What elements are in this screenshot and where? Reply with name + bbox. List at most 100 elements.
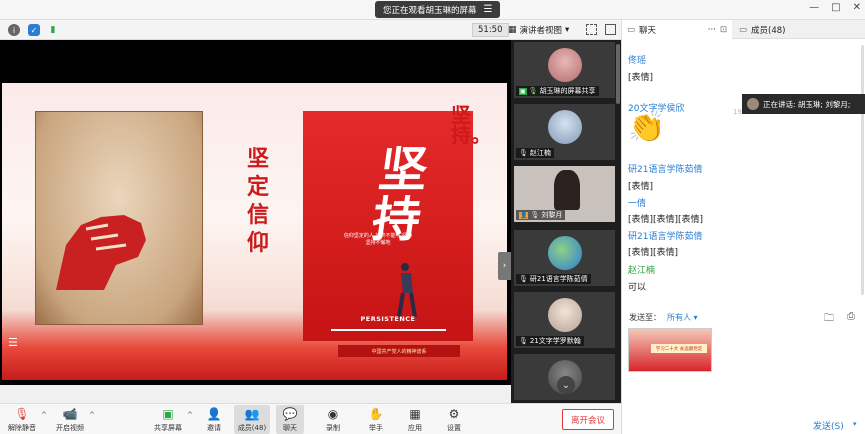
send-to-bar: 发送至： 所有人 ▾ 🗀 ⎙: [622, 311, 865, 325]
speaking-toast: 正在讲话: 胡玉琳; 刘黎月;: [742, 94, 865, 114]
collapse-video-button[interactable]: ›: [498, 252, 511, 280]
meeting-timer: 51:50: [472, 23, 509, 37]
message-sender: 研21语言学陈茹倩: [628, 232, 703, 242]
video-tile-label: 🎙 研21语言学陈茹倩: [516, 274, 591, 284]
video-tile-label: ▣ 🎙 胡玉琳的屏幕共享: [516, 86, 599, 96]
list-icon[interactable]: ☰: [8, 336, 18, 349]
video-gallery: ▣ 🎙 胡玉琳的屏幕共享 🎙 赵江楠 👤 🎙 刘黎月 🎙 研21语言学陈茹倩 🎙: [511, 40, 621, 403]
view-switch-button[interactable]: ▦ 演讲者视图 ▾: [508, 23, 569, 37]
video-scrollbar[interactable]: [616, 44, 620, 104]
apps-grid-icon: ▦: [409, 406, 421, 421]
leave-meeting-button[interactable]: 离开会议: [562, 409, 614, 430]
avatar: [548, 48, 582, 82]
share-screen-icon: ▣: [162, 406, 174, 421]
fist-icon: [56, 215, 146, 290]
maximize-icon[interactable]: □: [831, 2, 840, 13]
chevron-up-icon[interactable]: ^: [41, 411, 47, 419]
grid-icon: ▦: [508, 25, 517, 35]
send-to-select[interactable]: 所有人 ▾: [667, 312, 698, 323]
record-icon: ◉: [327, 406, 339, 421]
camera-off-icon: 📹: [62, 406, 78, 421]
share-screen-button[interactable]: ▣ 共享屏幕: [150, 405, 186, 434]
scroll-down-button[interactable]: ⌄: [557, 376, 575, 394]
fullscreen-icon[interactable]: [586, 24, 597, 35]
video-tile[interactable]: 🎙 21文字学罗默翰: [514, 292, 615, 348]
video-tile[interactable]: 🎙 赵江楠: [514, 104, 615, 160]
participant-name: 21文字学罗默翰: [529, 337, 581, 345]
share-label: 共享屏幕: [154, 423, 182, 432]
walking-figure-icon: [397, 263, 417, 318]
record-label: 录制: [326, 423, 340, 432]
send-to-label: 发送至：: [629, 313, 661, 322]
info-icon[interactable]: i: [8, 24, 20, 36]
screenshot-icon[interactable]: ⎙: [847, 311, 855, 322]
video-tile[interactable]: 👤 🎙 刘黎月: [514, 166, 615, 222]
chat-label: 聊天: [283, 423, 297, 432]
mic-icon: 🎙: [530, 211, 540, 219]
message-text: 可以: [628, 283, 647, 293]
tab-chat[interactable]: ▭ 聊天 ··· ⊡: [622, 20, 732, 39]
message-text: [表情]: [628, 182, 654, 192]
chevron-down-icon: ▾: [565, 25, 570, 35]
signal-icon[interactable]: ▮: [47, 24, 59, 36]
video-tile[interactable]: ▣ 🎙 胡玉琳的屏幕共享: [514, 42, 615, 98]
avatar: [548, 298, 582, 332]
video-tile-label: 🎙 21文字学罗默翰: [516, 336, 584, 346]
share-banner-text: 您正在观看胡玉琳的屏幕: [383, 5, 477, 16]
chat-messages: 佟瑶 [表情] 20文字学侯欣 👏 研21语言学陈茹倩 [表情] 一倩 [表情]…: [622, 39, 865, 311]
chat-scrollbar[interactable]: [861, 45, 864, 295]
share-screen-icon: ▣: [519, 87, 527, 95]
hand-icon: ✋: [368, 406, 384, 421]
menu-icon[interactable]: ☰: [484, 4, 493, 15]
message-text: [表情][表情][表情]: [628, 215, 704, 225]
apps-button[interactable]: ▦ 应用: [401, 405, 429, 434]
panel-tabs: ▭ 聊天 ··· ⊡ ▭ 成员(48): [622, 20, 865, 39]
send-button[interactable]: 发送(S): [813, 419, 844, 432]
slide-vertical-text: 坚定信仰: [246, 146, 269, 256]
timestamp-fragment: 19: [733, 108, 742, 116]
chevron-up-icon[interactable]: ^: [187, 411, 193, 419]
layout-icon[interactable]: [605, 24, 616, 35]
side-panel: ▭ 聊天 ··· ⊡ ▭ 成员(48) 佟瑶 [表情] 20文字学侯欣 👏 研2…: [621, 20, 865, 434]
camera-feed: [554, 170, 580, 210]
share-banner[interactable]: 您正在观看胡玉琳的屏幕 ☰: [375, 1, 501, 18]
raise-hand-button[interactable]: ✋ 举手: [362, 405, 390, 434]
mute-button[interactable]: 🎙 解除静音: [4, 405, 40, 434]
minimize-icon[interactable]: —: [809, 2, 819, 13]
slide-banner: 中国共产党人的精神谱系: [338, 345, 460, 357]
mic-icon: 🎙: [519, 275, 528, 283]
pin-icon[interactable]: ⊡: [720, 25, 727, 35]
members-button[interactable]: 👥 成员(48): [234, 405, 270, 434]
participant-name: 研21语言学陈茹倩: [529, 275, 588, 283]
add-user-icon: 👤: [206, 406, 222, 421]
meeting-top-toolbar: i ✓ ▮ 51:50 ▦ 演讲者视图 ▾: [0, 20, 621, 40]
shield-icon[interactable]: ✓: [28, 24, 40, 36]
chat-button[interactable]: 💬 聊天: [276, 405, 304, 434]
video-button[interactable]: 📹 开启视频: [52, 405, 88, 434]
meeting-bottom-toolbar: 🎙 解除静音 ^ 📹 开启视频 ^ ▣ 共享屏幕 ^ 👤 邀请 👥 成员(48)…: [0, 403, 621, 434]
chat-icon: ▭: [627, 24, 636, 35]
more-icon[interactable]: ···: [708, 25, 716, 35]
chat-icon: 💬: [282, 406, 298, 421]
record-button[interactable]: ◉ 录制: [319, 405, 347, 434]
mic-muted-icon: 🎙: [14, 406, 30, 421]
message-text: [表情][表情]: [628, 248, 679, 258]
poster-title: 坚持: [368, 142, 432, 248]
poster: 坚持 信仰坚定的人 始终不能不 坚持 坚持不懈地 PERSISTENCE: [303, 111, 473, 341]
avatar: [548, 236, 582, 270]
message-sender: 研21语言学陈茹倩: [628, 165, 703, 175]
chevron-up-icon[interactable]: ^: [89, 411, 95, 419]
tab-members[interactable]: ▭ 成员(48): [734, 20, 865, 39]
settings-button[interactable]: ⚙ 设置: [440, 405, 468, 434]
members-icon: ▭: [739, 24, 748, 35]
folder-icon[interactable]: 🗀: [824, 311, 834, 328]
video-tile[interactable]: 🎙 研21语言学陈茹倩: [514, 230, 615, 286]
shared-screen: 坚定信仰 坚持 信仰坚定的人 始终不能不 坚持 坚持不懈地 PERSISTENC…: [0, 40, 511, 385]
chevron-down-icon[interactable]: ▾: [853, 420, 857, 428]
invite-button[interactable]: 👤 邀请: [200, 405, 228, 434]
speaker-avatar: [747, 98, 759, 110]
close-icon[interactable]: ✕: [853, 2, 861, 13]
image-preview[interactable]: 学习二十大 永远跟党走: [628, 328, 712, 372]
mic-icon: 🎙: [519, 337, 528, 345]
participant-name: 胡玉琳的屏幕共享: [539, 87, 596, 95]
